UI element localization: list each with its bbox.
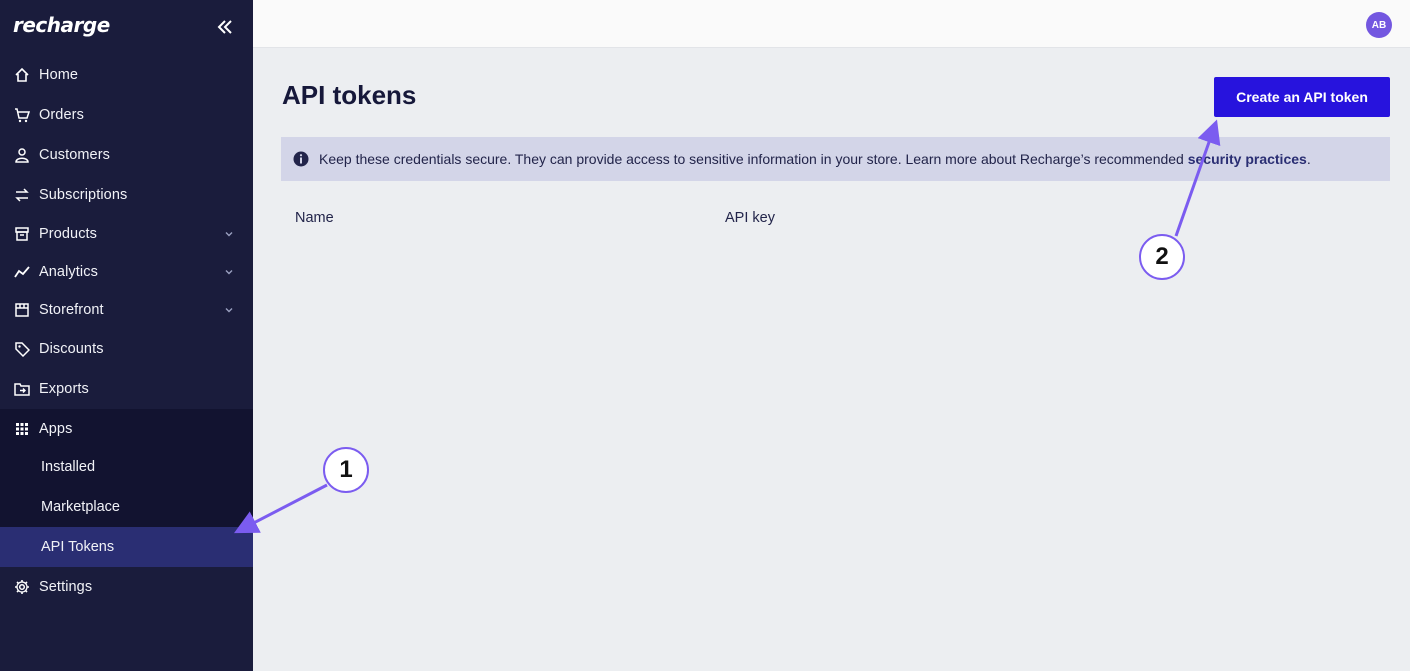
annotation-badge-1: 1 xyxy=(323,447,369,493)
annotation-arrow-2 xyxy=(1174,119,1221,237)
annotation-badge-2: 2 xyxy=(1139,234,1185,280)
annotation-arrow-1 xyxy=(234,483,328,534)
annotation-overlay xyxy=(234,119,1221,534)
